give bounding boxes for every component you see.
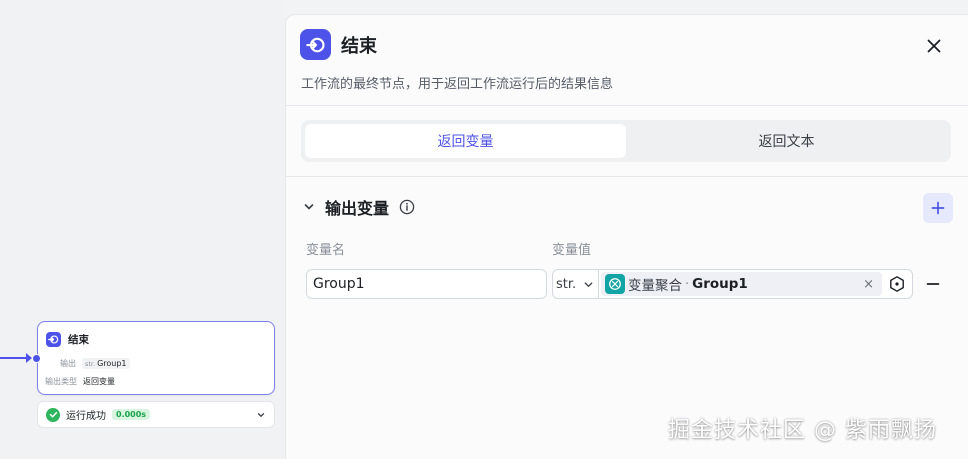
watermark: 掘金技术社区 @ 紫雨飘扬 — [668, 418, 937, 443]
end-node[interactable]: 结束 输出 str. Group1 输出类型 返回变量 — [37, 321, 275, 395]
variable-type-value: str. — [556, 276, 577, 292]
reference-variable: Group1 — [692, 276, 748, 292]
tab-return-variable[interactable]: 返回变量 — [305, 124, 626, 158]
chevron-down-icon — [304, 204, 314, 210]
run-time-badge: 0.000s — [112, 409, 151, 420]
reference-separator: · — [685, 276, 690, 292]
variable-picker-button[interactable] — [886, 275, 908, 293]
tab-return-text[interactable]: 返回文本 — [626, 124, 947, 158]
divider — [286, 105, 968, 106]
output-section-header[interactable]: 输出变量 — [303, 195, 415, 219]
return-mode-tabs: 返回变量 返回文本 — [301, 120, 951, 162]
variable-type-select[interactable]: str. — [553, 270, 599, 298]
end-node-title: 结束 — [68, 334, 89, 346]
divider — [286, 176, 968, 177]
workflow-canvas[interactable]: 结束 输出 str. Group1 输出类型 返回变量 运行成功 0.000s — [0, 0, 285, 459]
variable-picker-icon — [890, 276, 904, 292]
clear-reference-button[interactable]: × — [859, 277, 878, 292]
variable-value-field[interactable]: str. 变量聚合 · Group1 × — [552, 269, 913, 299]
chevron-down-icon — [584, 281, 593, 287]
end-node-header: 结束 — [46, 332, 89, 347]
variable-reference-tag: 变量聚合 · Group1 × — [601, 272, 882, 296]
info-icon[interactable] — [399, 199, 415, 215]
output-type-value: 返回变量 — [83, 377, 115, 386]
close-icon — [927, 39, 941, 53]
column-label-name: 变量名 — [306, 243, 346, 258]
run-status: 运行成功 — [66, 411, 106, 422]
panel-header: 结束 — [300, 29, 377, 60]
end-node-icon — [300, 29, 331, 60]
minus-icon — [926, 283, 940, 285]
column-label-value: 变量值 — [552, 243, 592, 258]
close-button[interactable] — [923, 35, 945, 57]
remove-variable-button[interactable] — [922, 273, 944, 295]
chevron-down-icon[interactable] — [256, 405, 266, 424]
add-variable-button[interactable] — [923, 193, 953, 223]
node-input-handle[interactable] — [32, 354, 41, 363]
plus-icon — [931, 201, 945, 215]
output-label: 输出 — [60, 359, 76, 368]
panel-description: 工作流的最终节点，用于返回工作流运行后的结果信息 — [301, 77, 614, 92]
panel-title: 结束 — [341, 35, 377, 57]
reference-source: 变量聚合 — [628, 278, 682, 294]
output-type-label: 输出类型 — [45, 377, 77, 386]
end-node-icon — [46, 332, 61, 347]
variable-name-input[interactable] — [306, 269, 547, 299]
output-variable-tag: str. Group1 — [82, 358, 130, 369]
success-check-icon — [46, 407, 60, 422]
node-config-panel: 结束 工作流的最终节点，用于返回工作流运行后的结果信息 返回变量 返回文本 输出… — [285, 14, 968, 459]
run-result-bar[interactable]: 运行成功 0.000s — [37, 401, 275, 428]
variable-aggregate-icon — [605, 274, 625, 294]
section-title: 输出变量 — [325, 199, 390, 218]
end-node-output-row: 输出 str. Group1 — [60, 358, 130, 369]
end-node-output-type-row: 输出类型 返回变量 — [45, 376, 115, 387]
output-type-tag: str. — [85, 359, 96, 368]
output-variable-name: Group1 — [97, 359, 127, 368]
